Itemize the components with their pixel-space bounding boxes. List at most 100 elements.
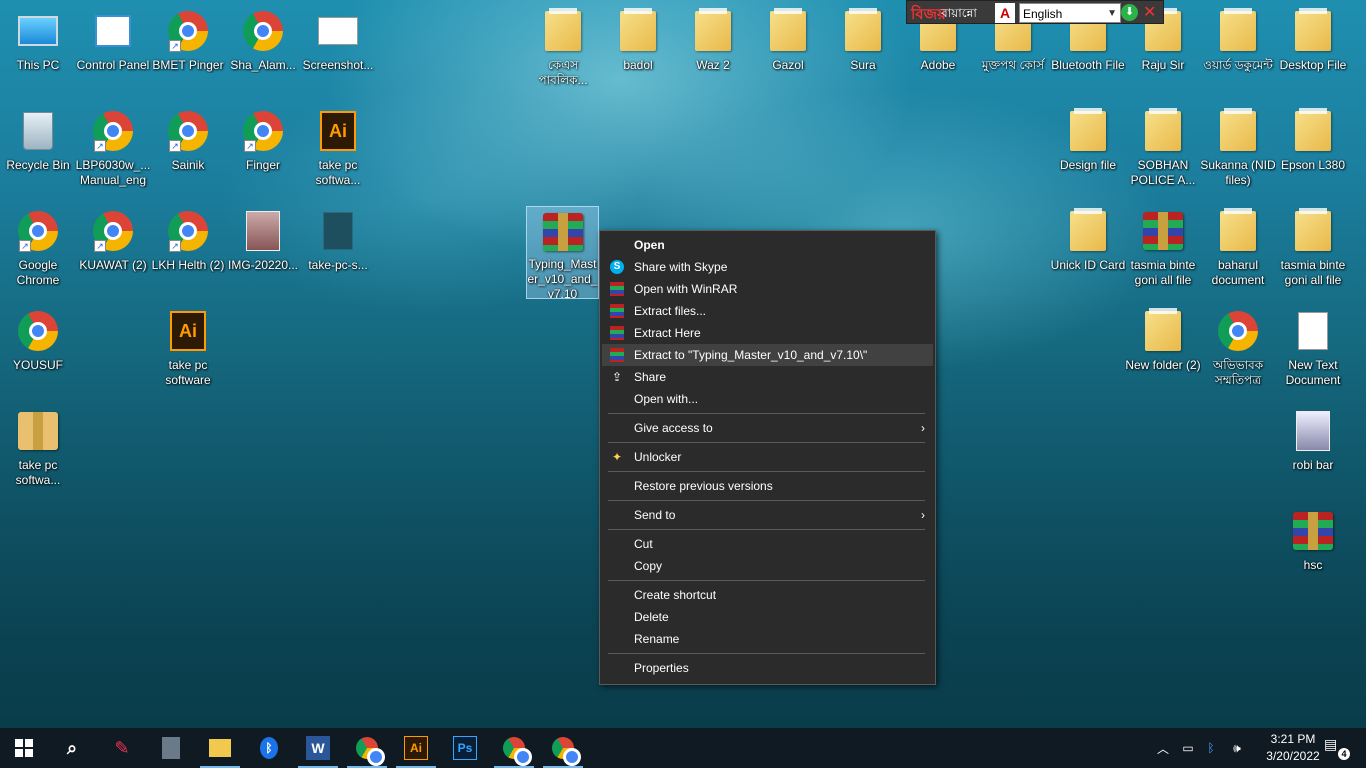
photo-icon [246, 211, 280, 251]
desktop-icon-new-folder-2[interactable]: New folder (2) [1125, 304, 1201, 396]
menu-item-share[interactable]: ⇪ Share [600, 366, 935, 388]
menu-item-rename[interactable]: Rename [600, 628, 935, 650]
desktop-icon-recycle-bin[interactable]: Recycle Bin [0, 104, 76, 196]
desktop-icon-label: KUAWAT (2) [79, 258, 147, 272]
menu-item-restore-versions[interactable]: Restore previous versions [600, 475, 935, 497]
menu-item-label: Open with... [634, 392, 699, 406]
desktop-icon-label: take pc softwa... [15, 458, 61, 487]
desktop-icon-control-panel[interactable]: Control Panel [75, 4, 151, 96]
desktop-icon-label: Sainik [171, 158, 205, 172]
desktop-icon-gazol[interactable]: Gazol [750, 4, 826, 96]
tray-volume[interactable]: 🕪 [1224, 728, 1250, 768]
language-select[interactable]: English ▼ [1019, 3, 1121, 23]
desktop-icon-bmet-pinger[interactable]: ↗ BMET Pinger [150, 4, 226, 96]
desktop-icon-sobhan-police[interactable]: SOBHAN POLICE A... [1125, 104, 1201, 196]
shortcut-arrow-icon: ↗ [94, 240, 106, 252]
tray-network[interactable]: ▭ [1176, 728, 1200, 768]
desktop-icon-tasmia-folder[interactable]: tasmia binte goni all file [1275, 204, 1351, 296]
taskbar-app-file-explorer[interactable] [196, 728, 244, 768]
desktop-icon-sainik[interactable]: ↗ Sainik [150, 104, 226, 196]
tray-bluetooth[interactable]: ᛒ [1200, 728, 1222, 768]
tray-chevron-up[interactable]: ︿ [1152, 728, 1174, 768]
taskbar-clock[interactable]: 3:21 PM 3/20/2022 [1260, 731, 1326, 765]
download-icon[interactable]: ⬇ [1121, 4, 1138, 21]
taskbar-app-bluetooth[interactable]: ᛒ [245, 728, 293, 768]
taskbar-app-word[interactable]: W [294, 728, 342, 768]
menu-item-label: Properties [634, 661, 689, 675]
taskbar-app-illustrator[interactable]: Ai [392, 728, 440, 768]
desktop-icon-badol[interactable]: badol [600, 4, 676, 96]
notification-center-button[interactable]: ▤ 4 [1324, 736, 1350, 760]
menu-item-delete[interactable]: Delete [600, 606, 935, 628]
menu-item-label: Share [634, 370, 667, 384]
desktop-icon-word-document[interactable]: ওয়ার্ড ডকুমেন্ট [1200, 4, 1276, 96]
folder-icon [695, 8, 731, 51]
desktop-icon-sha-alam[interactable]: Sha_Alam... [225, 4, 301, 96]
folder-icon [770, 8, 806, 51]
desktop-icon-take-pc-software-ai[interactable]: Ai take pc software [150, 304, 226, 396]
desktop-icon-new-text-document[interactable]: New Text Document [1275, 304, 1351, 396]
context-menu: Open S Share with Skype Open with WinRAR … [599, 230, 936, 685]
desktop-icon-yousuf[interactable]: YOUSUF [0, 304, 76, 396]
search-button[interactable]: ⌕ [48, 728, 96, 768]
menu-item-give-access[interactable]: Give access to › [600, 417, 935, 439]
close-icon[interactable]: ✕ [1143, 2, 1156, 22]
desktop-icon-desktop-file[interactable]: Desktop File [1275, 4, 1351, 96]
menu-item-create-shortcut[interactable]: Create shortcut [600, 584, 935, 606]
photoshop-icon: Ps [453, 736, 477, 760]
desktop-icon-waz-2[interactable]: Waz 2 [675, 4, 751, 96]
desktop-icon-label: ওয়ার্ড ডকুমেন্ট [1203, 58, 1273, 72]
desktop-icon-tasmia-rar[interactable]: tasmia binte goni all file [1125, 204, 1201, 296]
desktop-icon-this-pc[interactable]: This PC [0, 4, 76, 96]
desktop-icon-guardian-consent[interactable]: অভিভাবক সম্মতিপত্র [1200, 304, 1276, 396]
desktop-icon-sukanna[interactable]: Sukanna (NID files) [1200, 104, 1276, 196]
taskbar-app-photoshop[interactable]: Ps [441, 728, 489, 768]
taskbar-app-paint[interactable]: ✎ [98, 728, 146, 768]
desktop-icon-design-file[interactable]: Design file [1050, 104, 1126, 196]
menu-item-extract-here[interactable]: Extract Here [600, 322, 935, 344]
desktop-icon-ks-public[interactable]: কেএস পাবলিক... [525, 4, 601, 96]
menu-item-send-to[interactable]: Send to › [600, 504, 935, 526]
desktop-icon-take-pc-s[interactable]: take-pc-s... [300, 204, 376, 296]
menu-item-cut[interactable]: Cut [600, 533, 935, 555]
desktop-icon-label: Control Panel [76, 58, 150, 72]
desktop-icon-unick-id-card[interactable]: Unick ID Card [1050, 204, 1126, 296]
desktop-icon-google-chrome[interactable]: ↗ Google Chrome [0, 204, 76, 296]
desktop-icon-kuawat[interactable]: ↗ KUAWAT (2) [75, 204, 151, 296]
taskbar-app-chrome-1[interactable] [343, 728, 391, 768]
desktop-icon-take-pc-softwa-ai[interactable]: Ai take pc softwa... [300, 104, 376, 196]
desktop-icon-lbp6030w[interactable]: ↗ LBP6030w_... Manual_eng [75, 104, 151, 196]
desktop-icon-take-pc-software-app[interactable]: take pc softwa... [0, 404, 76, 496]
menu-item-open-winrar[interactable]: Open with WinRAR [600, 278, 935, 300]
desktop-icon-hsc[interactable]: hsc [1275, 504, 1351, 596]
menu-item-unlocker[interactable]: ✦ Unlocker [600, 446, 935, 468]
desktop-icon-sura[interactable]: Sura [825, 4, 901, 96]
menu-item-label: Restore previous versions [634, 479, 773, 493]
desktop-icon-img-20220[interactable]: IMG-20220... [225, 204, 301, 296]
start-button[interactable] [0, 728, 48, 768]
desktop-icon-lkh-helth[interactable]: ↗ LKH Helth (2) [150, 204, 226, 296]
menu-item-extract-to[interactable]: Extract to "Typing_Master_v10_and_v7.10\… [602, 344, 933, 366]
menu-item-share-skype[interactable]: S Share with Skype [600, 256, 935, 278]
adobe-icon[interactable]: A [995, 3, 1015, 23]
menu-item-open[interactable]: Open [600, 234, 935, 256]
taskbar-app-calculator[interactable] [147, 728, 195, 768]
taskbar-app-chrome-3[interactable] [539, 728, 587, 768]
chrome-icon [552, 737, 581, 766]
menu-item-copy[interactable]: Copy [600, 555, 935, 577]
desktop-icon-typing-master[interactable]: Typing_Master_v10_and_v7.10 [526, 206, 599, 299]
menu-item-open-with[interactable]: Open with... [600, 388, 935, 410]
desktop-icon-epson-l380[interactable]: Epson L380 [1275, 104, 1351, 196]
shortcut-arrow-icon: ↗ [169, 140, 181, 152]
taskbar-app-chrome-2[interactable] [490, 728, 538, 768]
desktop-icon-label: Sha_Alam... [230, 58, 296, 72]
desktop-icon-finger[interactable]: ↗ Finger [225, 104, 301, 196]
desktop-icon-baharul-document[interactable]: baharul document [1200, 204, 1276, 296]
menu-item-properties[interactable]: Properties [600, 657, 935, 679]
winrar-icon [1143, 212, 1183, 250]
desktop-icon-screenshot[interactable]: Screenshot... [300, 4, 376, 96]
menu-item-extract-files[interactable]: Extract files... [600, 300, 935, 322]
taskbar: ⌕ ✎ ᛒ W Ai Ps ︿ ▭ ᛒ 🕪 3:21 PM 3/20/2022 … [0, 728, 1366, 768]
desktop-icon-robi-bar[interactable]: robi bar [1275, 404, 1351, 496]
shortcut-arrow-icon: ↗ [94, 140, 106, 152]
